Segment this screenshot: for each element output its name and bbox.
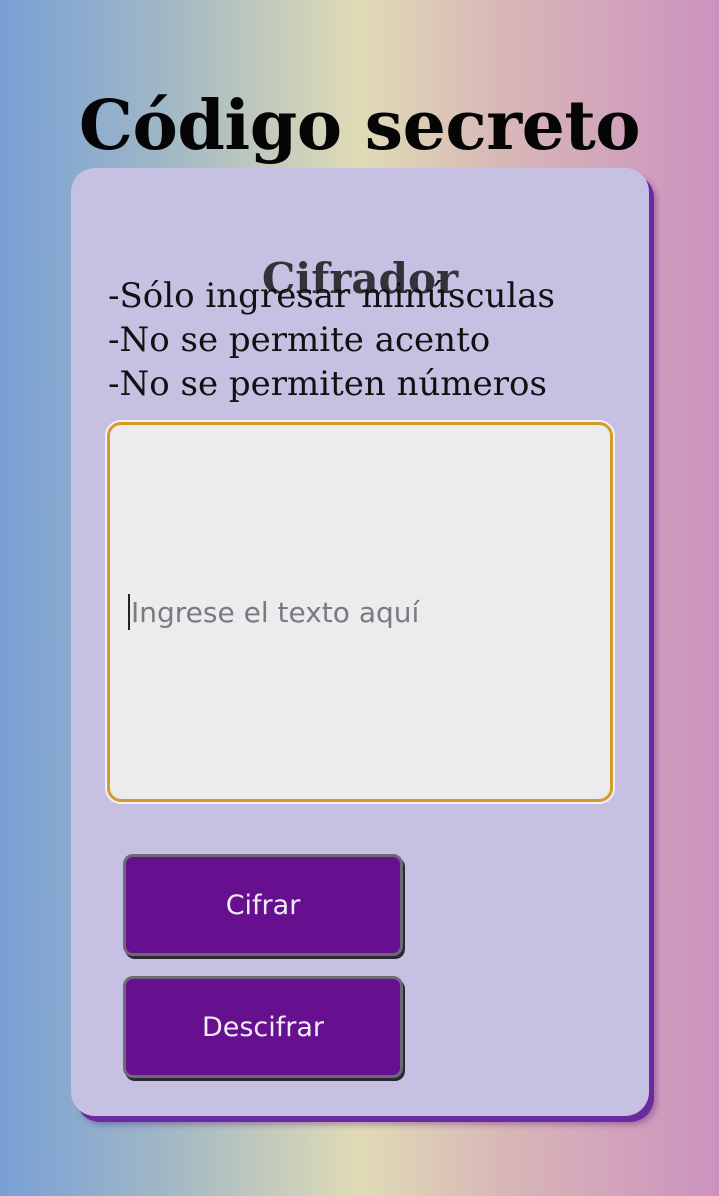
rule-no-accents: -No se permite acento: [108, 320, 491, 360]
rules-list: -Sólo ingresar minúsculas -No se permite…: [108, 274, 555, 406]
text-input-area[interactable]: Ingrese el texto aquí: [107, 422, 613, 802]
cipher-card: Cifrador -Sólo ingresar minúsculas -No s…: [71, 168, 649, 1116]
decrypt-button[interactable]: Descifrar: [123, 976, 403, 1078]
encrypt-button-label: Cifrar: [225, 889, 301, 921]
page-title: Código secreto: [78, 85, 641, 166]
decrypt-button-label: Descifrar: [201, 1011, 325, 1043]
text-cursor: [128, 594, 130, 630]
rule-no-numbers: -No se permiten números: [108, 364, 547, 404]
text-input-placeholder: Ingrese el texto aquí: [131, 595, 420, 629]
rule-lowercase-only: -Sólo ingresar minúsculas: [108, 276, 555, 316]
encrypt-button[interactable]: Cifrar: [123, 854, 403, 956]
